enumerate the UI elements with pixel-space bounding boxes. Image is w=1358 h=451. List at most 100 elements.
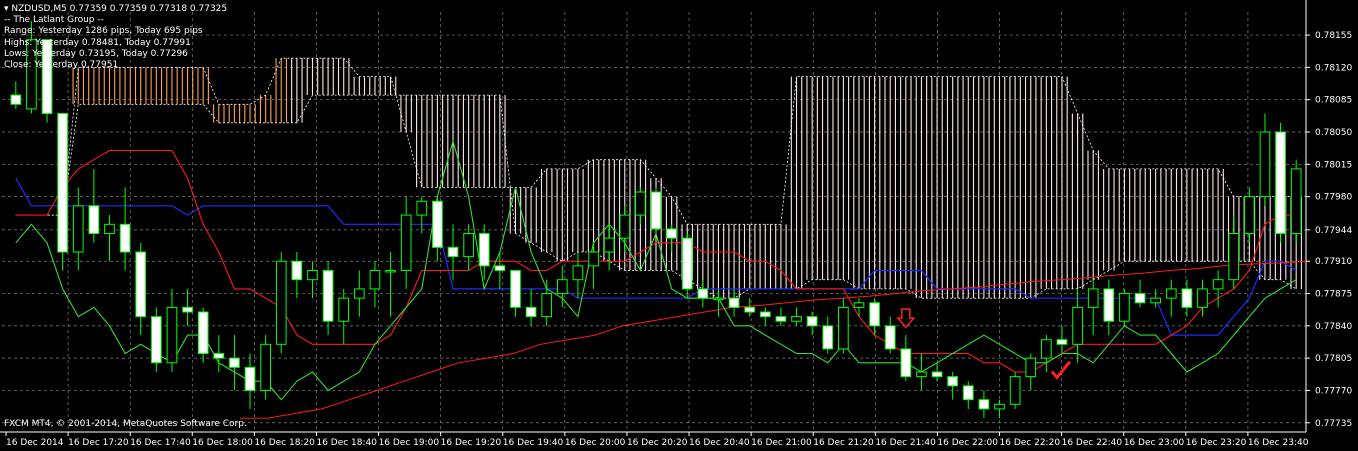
price-axis: 0.78155 0.78120 0.78085 0.78050 0.78015 0.779…	[1306, 31, 1352, 429]
x-tick-label: 16 Dec 23:20	[1186, 438, 1247, 448]
candle	[619, 205, 631, 252]
time-axis: 16 Dec 2014 16 Dec 17:20 16 Dec 17:40 16 De…	[5, 432, 1309, 448]
candle	[1041, 335, 1052, 372]
candle-body-bear	[10, 94, 22, 105]
candle	[588, 242, 599, 289]
candle	[463, 224, 474, 271]
x-tick-label: 16 Dec 20:40	[689, 438, 750, 448]
candle-body-bear	[947, 376, 959, 387]
candle-body-bull	[275, 260, 287, 345]
candle	[385, 252, 396, 317]
candle	[275, 252, 287, 354]
candle-body-bull	[572, 265, 584, 281]
candle-body-bear	[447, 246, 459, 258]
x-tick-label: 16 Dec 19:20	[441, 438, 502, 448]
candle	[447, 224, 459, 280]
candle-body-bear	[759, 311, 771, 318]
candle	[900, 335, 912, 382]
candle-body-bear	[1103, 288, 1115, 322]
candle	[182, 288, 193, 326]
candle-body-bull	[635, 191, 646, 216]
candle-body-bear	[1056, 339, 1068, 345]
candle	[494, 252, 506, 289]
candle-body-bull	[353, 288, 365, 299]
candle-body-bull	[603, 237, 615, 253]
candle	[322, 261, 334, 336]
y-tick-label: 0.77875	[1315, 290, 1352, 300]
candle	[916, 353, 927, 391]
x-tick-label: 16 Dec 22:00	[937, 438, 998, 448]
x-tick-label: 16 Dec 17:20	[68, 438, 129, 448]
candle-body-bear	[697, 288, 709, 299]
candle	[1165, 279, 1177, 317]
candle	[166, 288, 178, 372]
x-tick-label: 16 Dec 20:20	[627, 438, 688, 448]
candle	[759, 307, 771, 326]
candle-body-bear	[822, 325, 834, 350]
candle	[1009, 372, 1021, 409]
candle-body-bull	[1290, 168, 1302, 235]
x-tick-label: 16 Dec 18:00	[192, 438, 253, 448]
x-tick-label: 16 Dec 18:40	[316, 438, 377, 448]
chevron-down-icon[interactable]: ▾	[4, 4, 9, 14]
candle	[650, 187, 662, 234]
candle	[838, 298, 849, 354]
y-tick-label: 0.77910	[1315, 257, 1352, 267]
candle-body-bull	[1244, 196, 1255, 235]
candle	[635, 187, 646, 225]
candle	[978, 390, 990, 419]
candle	[291, 252, 303, 299]
candle	[994, 399, 1005, 419]
candle-body-bull	[104, 223, 115, 235]
candle	[57, 113, 68, 271]
candle	[713, 288, 724, 317]
y-tick-label: 0.77840	[1315, 322, 1352, 332]
y-tick-label: 0.78015	[1315, 160, 1352, 170]
candle-body-bear	[182, 306, 193, 313]
candle-body-bear	[432, 200, 443, 248]
candle-body-bull	[556, 279, 568, 295]
candle	[1275, 122, 1286, 243]
candle	[962, 381, 974, 409]
candle	[1259, 113, 1271, 206]
check-mark-icon	[1050, 360, 1072, 380]
candle-body-bull	[791, 316, 802, 322]
candle-body-bear	[244, 366, 256, 391]
candle-body-bull	[1212, 279, 1224, 290]
candle	[822, 316, 834, 354]
candle-body-bear	[119, 223, 131, 253]
candle	[1134, 279, 1146, 308]
y-tick-label: 0.77770	[1315, 386, 1352, 396]
candle	[1072, 288, 1083, 363]
candle	[338, 288, 350, 345]
candle-body-bear	[197, 311, 209, 355]
candle-body-bear	[213, 353, 225, 359]
info-line-close: Close: Yesterday 0.77951	[4, 60, 119, 71]
candle-body-bull	[619, 214, 631, 239]
candle	[1290, 159, 1302, 243]
y-tick-label: 0.78050	[1315, 128, 1352, 138]
candle-body-bull	[72, 205, 84, 253]
candle-body-bull	[1119, 293, 1130, 322]
candle-body-bear	[150, 316, 162, 364]
candle	[556, 265, 568, 308]
candle-body-bear	[681, 237, 693, 290]
candle-body-bull	[385, 269, 396, 273]
chart-info-panel: ▾ NZDUSD,M5 0.77359 0.77359 0.77318 0.77…	[4, 4, 227, 71]
candle-body-bull	[260, 343, 271, 391]
candle-body-bear	[525, 306, 537, 318]
candle	[1025, 353, 1037, 391]
candle	[697, 279, 709, 308]
info-line-range: Range: Yesterday 1286 pips, Today 695 pi…	[4, 26, 203, 37]
copyright-footer: FXCM MT4, © 2001-2014, MetaQuotes Softwa…	[4, 419, 247, 429]
candle-body-bull	[1009, 376, 1021, 405]
candle	[806, 312, 818, 336]
candle-body-bull	[1072, 306, 1083, 345]
candle-body-bear	[744, 306, 756, 313]
candle	[150, 307, 162, 372]
chart-title: ▾ NZDUSD,M5 0.77359 0.77359 0.77318 0.77…	[4, 4, 227, 15]
candle	[869, 298, 880, 336]
x-tick-label: 16 Dec 21:40	[875, 438, 936, 448]
candle	[400, 196, 412, 289]
candle-body-bull	[916, 371, 927, 378]
